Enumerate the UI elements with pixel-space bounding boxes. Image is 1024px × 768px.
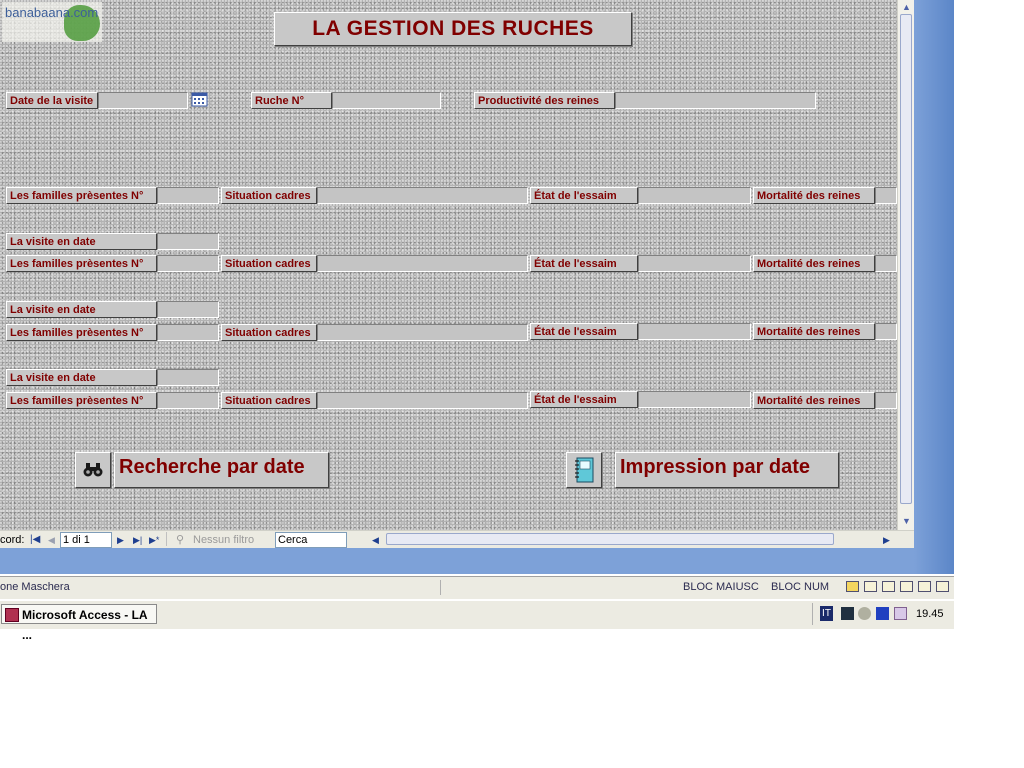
situation-field-4[interactable] (317, 392, 528, 409)
impression-icon-button[interactable] (566, 452, 602, 488)
desktop-background (914, 0, 954, 574)
vertical-scrollbar[interactable]: ▲ ▼ (897, 0, 914, 530)
num-lock-indicator: BLOC NUM (771, 581, 830, 593)
caps-lock-indicator: BLOC MAIUSC (683, 581, 759, 593)
form-area: banabaana.com LA GESTION DES RUCHES Date… (0, 0, 897, 530)
visite-field-3[interactable] (157, 301, 219, 318)
familles-label-2: Les familles prèsentes N° (6, 255, 157, 272)
situation-label-4: Situation cadres (221, 392, 317, 409)
mortalite-field-1[interactable] (875, 187, 897, 204)
mortalite-label-2: Mortalité des reines (753, 255, 875, 272)
scroll-up-arrow-icon[interactable]: ▲ (898, 0, 915, 14)
last-record-icon[interactable]: ▶| (133, 532, 142, 548)
familles-label-1: Les familles prèsentes N° (6, 187, 157, 204)
situation-label-2: Situation cadres (221, 255, 317, 272)
familles-field-3[interactable] (157, 324, 219, 341)
design-view-icon[interactable] (936, 581, 949, 592)
ruche-label: Ruche N° (251, 92, 332, 109)
tray-sound-icon[interactable] (858, 607, 871, 620)
notebook-icon (575, 457, 594, 483)
filter-icon: ⚲ (176, 534, 185, 546)
date-visite-label: Date de la visite (6, 92, 98, 109)
mortalite-label-4: Mortalité des reines (753, 392, 875, 409)
next-record-icon[interactable]: ▶ (117, 532, 124, 548)
etat-field-3[interactable] (638, 323, 751, 340)
scroll-left-arrow-icon[interactable]: ◀ (372, 532, 379, 548)
calendar-icon[interactable] (191, 91, 208, 107)
datasheet-view-icon[interactable] (864, 581, 877, 592)
scroll-down-arrow-icon[interactable]: ▼ (898, 514, 915, 528)
search-input[interactable]: Cerca (275, 532, 347, 548)
filter-status[interactable]: Nessun filtro (193, 532, 254, 548)
taskbar: Microsoft Access - LA ... IT 19.45 (0, 600, 955, 642)
productivite-field[interactable] (615, 92, 816, 109)
productivite-label: Productivité des reines (474, 92, 615, 109)
binoculars-icon (83, 463, 103, 477)
record-label: cord: (0, 534, 25, 546)
situation-field-2[interactable] (317, 255, 528, 272)
site-logo: banabaana.com (2, 2, 102, 42)
situation-field-1[interactable] (317, 187, 528, 204)
form-title: LA GESTION DES RUCHES (274, 12, 632, 46)
visite-field-4[interactable] (157, 369, 219, 386)
taskbar-access-button[interactable]: Microsoft Access - LA ... (1, 604, 157, 642)
recherche-par-date-button[interactable]: Recherche par date (114, 452, 329, 488)
tray-network-icon[interactable] (876, 607, 889, 620)
horizontal-scroll-thumb[interactable] (386, 533, 834, 545)
mortalite-field-3[interactable] (875, 323, 897, 340)
status-divider (440, 580, 441, 595)
pivot-table-icon[interactable] (882, 581, 895, 592)
status-text: one Maschera (0, 581, 70, 593)
mortalite-label-1: Mortalité des reines (753, 187, 875, 204)
etat-label-3: État de l'essaim (530, 323, 638, 340)
system-tray: IT 19.45 (812, 603, 955, 625)
first-record-icon[interactable]: |◀ (30, 532, 40, 548)
record-navigation-bar: cord: |◀ ◀ 1 di 1 ▶ ▶| ▶* ⚲ Nessun filtr… (0, 530, 914, 549)
new-record-icon[interactable]: ▶* (149, 532, 159, 548)
layout-view-icon[interactable] (918, 581, 931, 592)
window-frame (0, 548, 914, 574)
tray-notes-icon[interactable] (894, 607, 907, 620)
familles-field-4[interactable] (157, 392, 219, 409)
recherche-icon-button[interactable] (75, 452, 111, 488)
logo-text: banabaana.com (5, 5, 99, 20)
status-bar: one Maschera BLOC MAIUSC BLOC NUM (0, 576, 954, 599)
familles-field-2[interactable] (157, 255, 219, 272)
ruche-field[interactable] (332, 92, 441, 109)
familles-label-3: Les familles prèsentes N° (6, 324, 157, 341)
situation-field-3[interactable] (317, 324, 528, 341)
visite-label-3: La visite en date (6, 301, 157, 318)
visite-label-4: La visite en date (6, 369, 157, 386)
taskbar-access-label: Microsoft Access - LA ... (22, 608, 148, 642)
scroll-right-arrow-icon[interactable]: ▶ (883, 532, 890, 548)
visite-label-2: La visite en date (6, 233, 157, 250)
pivot-chart-icon[interactable] (900, 581, 913, 592)
language-indicator[interactable]: IT (820, 606, 833, 621)
situation-label-3: Situation cadres (221, 324, 317, 341)
etat-field-2[interactable] (638, 255, 751, 272)
situation-label-1: Situation cadres (221, 187, 317, 204)
etat-field-4[interactable] (638, 391, 751, 408)
date-visite-field[interactable] (98, 92, 188, 109)
familles-label-4: Les familles prèsentes N° (6, 392, 157, 409)
etat-field-1[interactable] (638, 187, 751, 204)
mortalite-label-3: Mortalité des reines (753, 323, 875, 340)
etat-label-2: État de l'essaim (530, 255, 638, 272)
visite-field-2[interactable] (157, 233, 219, 250)
previous-record-icon[interactable]: ◀ (48, 532, 55, 548)
impression-par-date-button[interactable]: Impression par date (615, 452, 839, 488)
familles-field-1[interactable] (157, 187, 219, 204)
vertical-scroll-thumb[interactable] (900, 14, 912, 504)
mortalite-field-2[interactable] (875, 255, 897, 272)
access-app-icon (5, 608, 19, 622)
tray-app-icon[interactable] (841, 607, 854, 620)
taskbar-clock: 19.45 (916, 608, 944, 620)
etat-label-4: État de l'essaim (530, 391, 638, 408)
mortalite-field-4[interactable] (875, 392, 897, 409)
nav-divider (166, 532, 167, 546)
etat-label-1: État de l'essaim (530, 187, 638, 204)
form-view-icon[interactable] (846, 581, 859, 592)
record-number-input[interactable]: 1 di 1 (60, 532, 112, 548)
